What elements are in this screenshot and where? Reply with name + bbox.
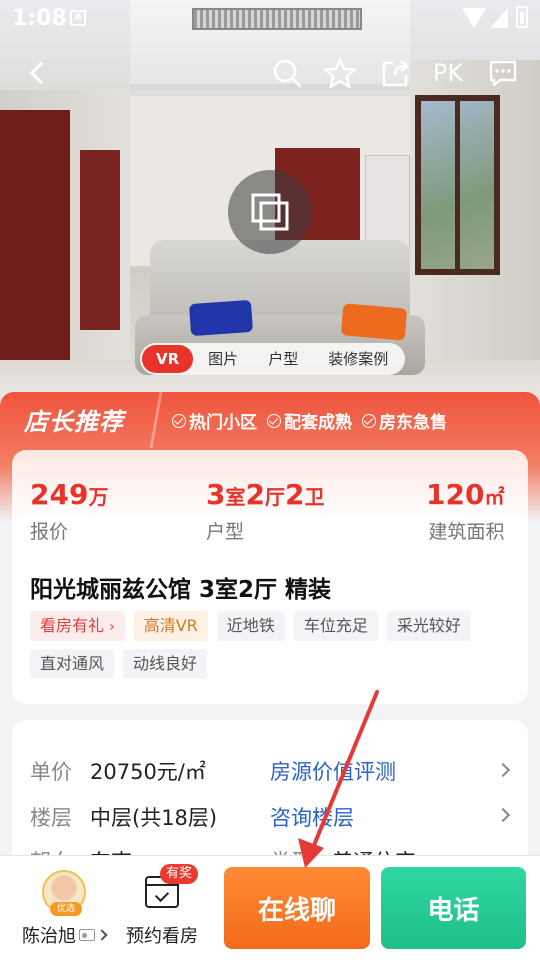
feature-tags: 看房有礼 › 高清VR 近地铁 车位充足 采光较好 直对通风 动线良好 xyxy=(30,611,510,679)
online-chat-button[interactable]: 在线聊 xyxy=(224,867,370,949)
floor-key: 楼层 xyxy=(30,806,72,830)
layout-label: 户型 xyxy=(206,521,245,543)
agent-name: 陈治旭 xyxy=(22,926,76,947)
tab-photos[interactable]: 图片 xyxy=(193,345,253,373)
area-value: 120㎡ xyxy=(426,478,505,511)
check-circle-icon xyxy=(362,413,376,428)
banner-tag-label: 配套成熟 xyxy=(284,413,352,433)
pk-compare-button[interactable]: PK xyxy=(428,56,468,90)
appointment-label: 预约看房 xyxy=(126,926,198,947)
check-circle-icon xyxy=(172,413,186,428)
tab-vr[interactable]: VR xyxy=(142,345,194,373)
tag-good-light: 采光较好 xyxy=(386,611,471,641)
banner-divider xyxy=(146,392,166,448)
tag-hd-vr: 高清VR xyxy=(133,611,208,641)
banner-tag-label: 房东急售 xyxy=(379,413,447,433)
battery-icon xyxy=(516,6,528,28)
listing-title: 阳光城丽兹公馆 3室2厅 精装 xyxy=(30,577,332,603)
area-stat: 120㎡ 建筑面积 xyxy=(426,478,504,544)
banner-tag: 热门小区 xyxy=(172,408,257,433)
unit-price-row: 单价 20750元/㎡ xyxy=(30,756,206,786)
price-stat: 249万 报价 xyxy=(30,478,108,544)
banner-tags: 热门小区 配套成熟 房东急售 xyxy=(172,408,447,433)
agent-preferred-badge: 优选 xyxy=(50,902,82,916)
price-label: 报价 xyxy=(30,521,69,543)
photo-fridge xyxy=(365,155,410,250)
price-value: 249万 xyxy=(30,478,109,511)
photo-left-door-2 xyxy=(80,150,120,330)
wifi-icon xyxy=(462,8,486,28)
phone-call-button[interactable]: 电话 xyxy=(381,867,526,949)
notification-a-icon: A xyxy=(70,10,86,26)
value-assessment-link[interactable]: 房源价值评测 xyxy=(270,756,396,786)
tag-near-metro: 近地铁 xyxy=(216,611,285,641)
tag-viewing-gift[interactable]: 看房有礼 › xyxy=(30,611,125,641)
photo-window xyxy=(415,95,500,275)
media-tabs: VR 图片 户型 装修案例 xyxy=(140,343,406,375)
layout-stat: 3室2厅2卫 户型 xyxy=(206,478,324,544)
banner-tag: 配套成熟 xyxy=(267,408,352,433)
chevron-right-icon xyxy=(96,929,108,941)
photo-left-door xyxy=(0,110,70,360)
consult-floor-link[interactable]: 咨询楼层 xyxy=(270,802,354,832)
floor-value: 中层(共18层) xyxy=(90,806,218,830)
tag-good-flow: 动线良好 xyxy=(123,649,208,679)
banner-tag: 房东急售 xyxy=(362,408,447,433)
check-circle-icon xyxy=(267,413,281,428)
favorite-star-icon[interactable] xyxy=(322,56,358,90)
photo-orange-pillow xyxy=(340,303,408,341)
id-card-icon xyxy=(79,929,95,941)
status-bar: 1:08 A xyxy=(0,0,540,38)
banner-tag-label: 热门小区 xyxy=(189,413,257,433)
agent-profile[interactable]: 优选 陈治旭 xyxy=(14,870,114,948)
share-icon[interactable] xyxy=(378,56,412,90)
reward-badge: 有奖 xyxy=(160,864,199,884)
chevron-right-icon[interactable] xyxy=(495,807,511,823)
tag-parking: 车位充足 xyxy=(293,611,378,641)
back-icon[interactable] xyxy=(20,56,54,90)
photo-blue-pillow xyxy=(188,299,254,337)
unit-price-key: 单价 xyxy=(30,760,72,784)
unit-price-value: 20750元/㎡ xyxy=(90,760,206,784)
agent-name-row[interactable]: 陈治旭 xyxy=(14,922,114,948)
status-time: 1:08 xyxy=(12,6,67,31)
floor-row: 楼层 中层(共18层) xyxy=(30,802,217,832)
tab-decoration-cases[interactable]: 装修案例 xyxy=(313,345,403,373)
chevron-right-icon[interactable] xyxy=(495,762,511,778)
agent-avatar[interactable]: 优选 xyxy=(42,870,86,916)
message-icon[interactable] xyxy=(486,56,520,90)
tab-floor-plan[interactable]: 户型 xyxy=(253,345,313,373)
area-label: 建筑面积 xyxy=(428,521,505,543)
appointment-button[interactable]: 有奖 预约看房 xyxy=(122,864,202,948)
signal-icon xyxy=(490,8,508,28)
search-icon[interactable] xyxy=(270,56,304,90)
layout-value: 3室2厅2卫 xyxy=(206,478,325,511)
banner-title: 店长推荐 xyxy=(24,408,124,436)
vr-3d-icon[interactable] xyxy=(228,170,312,254)
tag-ventilation: 直对通风 xyxy=(30,649,115,679)
